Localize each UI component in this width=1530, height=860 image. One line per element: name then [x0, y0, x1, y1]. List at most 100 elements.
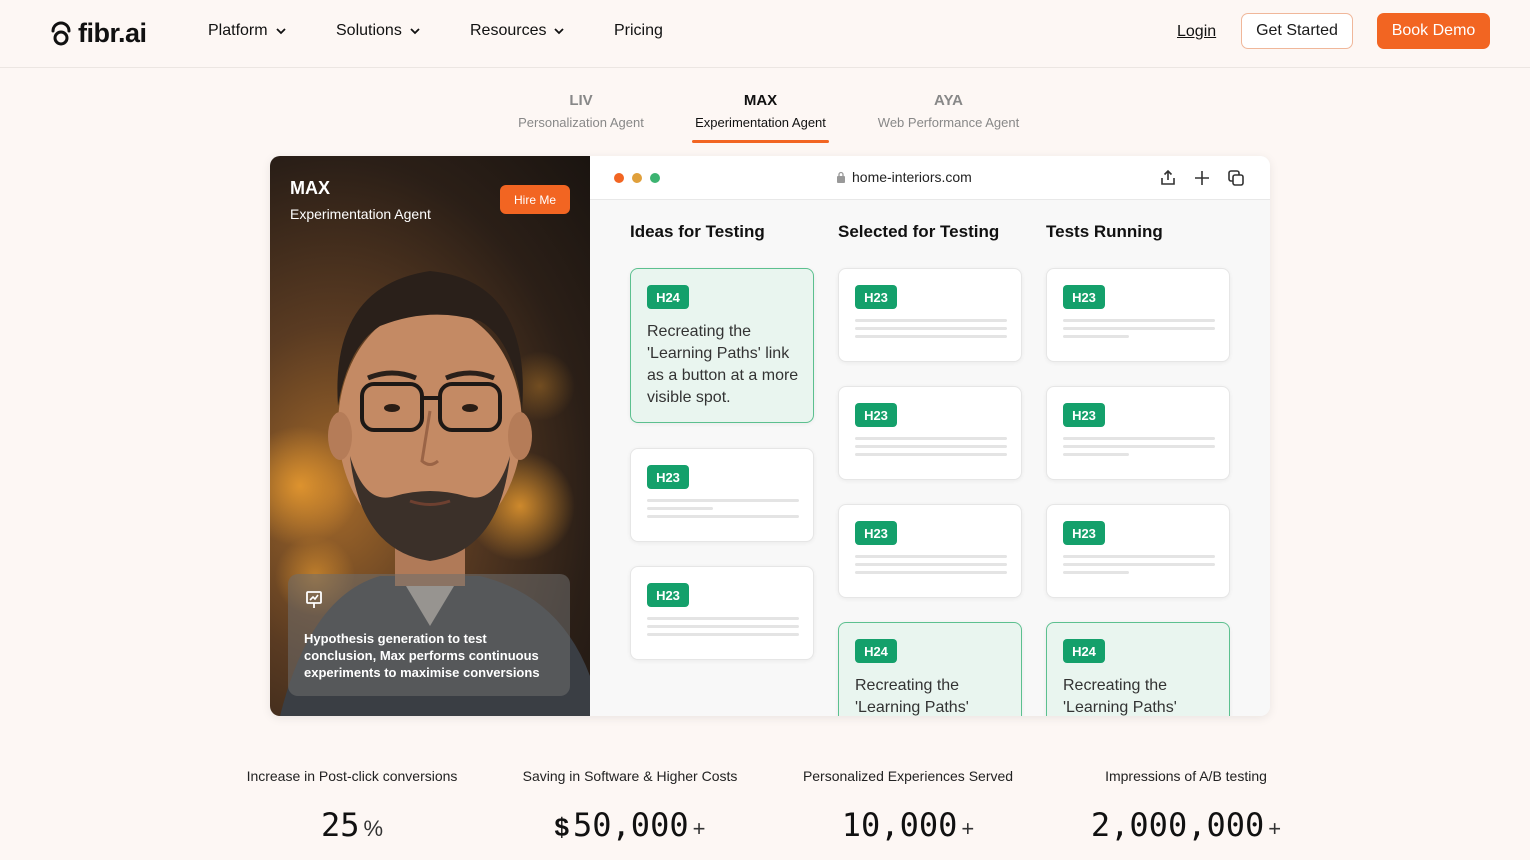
stat-value-row: 2,000,000 +	[1056, 806, 1316, 844]
nav-solutions-label: Solutions	[336, 22, 402, 39]
placeholder-line	[647, 617, 799, 620]
nav-platform[interactable]: Platform	[208, 22, 288, 40]
browser-window: home-interiors.com Ideas for Testing Sel…	[590, 156, 1270, 716]
test-card[interactable]: H23	[630, 566, 814, 660]
agent-caption-text: Hypothesis generation to test conclusion…	[304, 631, 540, 680]
test-card-highlighted[interactable]: H24 Recreating the 'Learning Paths'	[1046, 622, 1230, 716]
hypothesis-text: Recreating the 'Learning Paths' link as …	[647, 323, 799, 406]
column-ideas-title: Ideas for Testing	[630, 222, 765, 241]
tab-liv[interactable]: LIV Personalization Agent	[518, 92, 644, 130]
stat-label: Impressions of A/B testing	[1105, 768, 1267, 784]
placeholder-line	[855, 555, 1007, 558]
chevron-down-icon	[554, 28, 565, 35]
stat-value-row: 25 %	[222, 806, 482, 844]
placeholder-line	[647, 499, 799, 502]
test-card[interactable]: H23	[1046, 386, 1230, 480]
hypothesis-tag: H23	[647, 465, 689, 489]
stat-suffix: %	[363, 816, 384, 841]
nav-resources[interactable]: Resources	[470, 22, 566, 40]
tab-aya-role: Web Performance Agent	[877, 115, 1020, 130]
stat-label: Saving in Software & Higher Costs	[522, 768, 738, 784]
test-card-highlighted[interactable]: H24 Recreating the 'Learning Paths'	[838, 622, 1022, 716]
window-close-dot[interactable]	[614, 173, 624, 183]
test-card[interactable]: H23	[1046, 504, 1230, 598]
stat-experiences: Personalized Experiences Served 10,000 +	[778, 768, 1038, 844]
nav-pricing-label: Pricing	[614, 22, 663, 39]
test-card[interactable]: H23	[838, 504, 1022, 598]
agent-caption-box: Hypothesis generation to test conclusion…	[288, 574, 570, 696]
stat-suffix: +	[961, 816, 975, 841]
tab-aya-name: AYA	[934, 92, 963, 109]
placeholder-line	[1063, 555, 1215, 558]
stat-suffix: +	[692, 816, 706, 841]
placeholder-line	[855, 319, 1007, 322]
placeholder-line	[1063, 319, 1215, 322]
book-demo-button[interactable]: Book Demo	[1377, 13, 1490, 49]
brand-name: fibr.ai	[78, 18, 147, 48]
chevron-down-icon	[275, 28, 286, 35]
lock-icon	[837, 171, 845, 183]
address-bar[interactable]: home-interiors.com	[836, 169, 972, 185]
placeholder-line	[855, 437, 1007, 440]
placeholder-line	[855, 571, 1007, 574]
stat-number: 25	[320, 806, 360, 844]
presentation-chart-icon	[306, 591, 322, 608]
active-tab-indicator	[692, 140, 829, 143]
top-navbar: fibr.ai Platform Solutions Resources Pri…	[0, 0, 1530, 68]
window-minimize-dot[interactable]	[632, 173, 642, 183]
stat-number: 50,000	[573, 806, 689, 844]
window-maximize-dot[interactable]	[650, 173, 660, 183]
placeholder-line	[1063, 453, 1129, 456]
stat-value-row: $ 50,000 +	[500, 806, 760, 844]
agent-portrait: MAX Experimentation Agent Hire Me Hypoth…	[270, 156, 590, 716]
nav-pricing[interactable]: Pricing	[614, 22, 663, 40]
placeholder-line	[1063, 437, 1215, 440]
nav-platform-label: Platform	[208, 22, 268, 39]
placeholder-line	[855, 327, 1007, 330]
tab-liv-name: LIV	[569, 92, 593, 109]
stat-savings: Saving in Software & Higher Costs $ 50,0…	[500, 768, 760, 844]
login-link[interactable]: Login	[1177, 23, 1216, 41]
hypothesis-tag: H24	[647, 285, 689, 309]
placeholder-line	[647, 515, 799, 518]
tab-max[interactable]: MAX Experimentation Agent	[692, 92, 829, 130]
hypothesis-tag: H23	[647, 583, 689, 607]
tab-liv-role: Personalization Agent	[518, 115, 644, 130]
stat-prefix: $	[554, 812, 569, 842]
tab-max-role: Experimentation Agent	[695, 115, 826, 130]
agent-showcase: MAX Experimentation Agent Hire Me Hypoth…	[270, 156, 1270, 716]
portrait-agent-name: MAX	[290, 178, 330, 198]
stat-value-row: 10,000 +	[778, 806, 1038, 844]
nav-resources-label: Resources	[470, 22, 547, 39]
hypothesis-tag: H24	[1063, 639, 1105, 663]
hypothesis-tag: H23	[855, 403, 897, 427]
hypothesis-tag: H23	[1063, 285, 1105, 309]
placeholder-line	[1063, 563, 1215, 566]
placeholder-line	[1063, 335, 1129, 338]
copy-tabs-icon[interactable]	[1227, 169, 1245, 187]
nav-solutions[interactable]: Solutions	[336, 22, 422, 40]
tab-aya[interactable]: AYA Web Performance Agent	[876, 92, 1021, 130]
get-started-button[interactable]: Get Started	[1241, 13, 1353, 49]
placeholder-line	[855, 453, 1007, 456]
plus-icon[interactable]	[1193, 169, 1211, 187]
column-running-title: Tests Running	[1046, 222, 1163, 241]
test-card[interactable]: H23	[838, 268, 1022, 362]
hypothesis-text: Recreating the 'Learning Paths'	[855, 677, 969, 716]
test-card[interactable]: H23	[838, 386, 1022, 480]
placeholder-line	[855, 335, 1007, 338]
test-card-highlighted[interactable]: H24 Recreating the 'Learning Paths' link…	[630, 268, 814, 423]
hypothesis-tag: H23	[1063, 521, 1105, 545]
test-card[interactable]: H23	[1046, 268, 1230, 362]
placeholder-line	[647, 507, 713, 510]
chevron-down-icon	[410, 28, 420, 35]
share-icon[interactable]	[1159, 169, 1177, 187]
url-text: home-interiors.com	[852, 169, 972, 185]
stat-label: Increase in Post-click conversions	[246, 768, 458, 784]
hypothesis-tag: H23	[855, 285, 897, 309]
brand-logo[interactable]: fibr.ai	[50, 18, 147, 49]
hire-me-button[interactable]: Hire Me	[500, 185, 570, 214]
stat-number: 2,000,000	[1090, 806, 1265, 844]
placeholder-line	[1063, 327, 1215, 330]
test-card[interactable]: H23	[630, 448, 814, 542]
